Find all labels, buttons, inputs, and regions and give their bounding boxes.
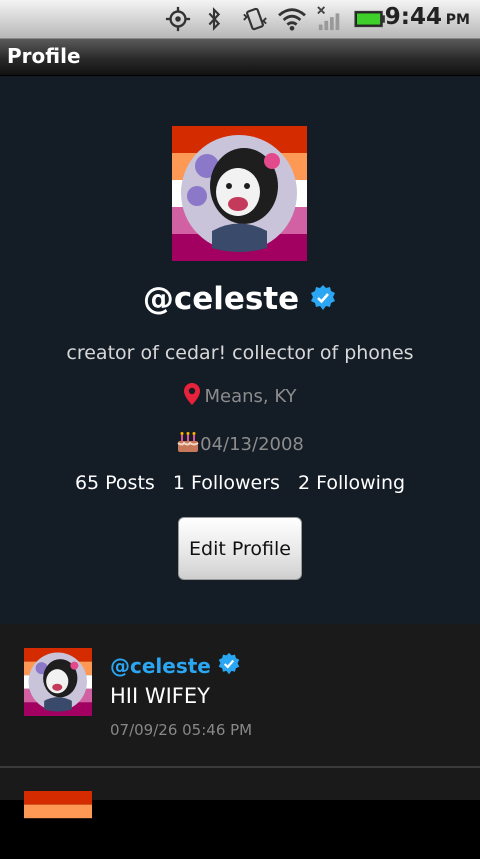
post-author-avatar[interactable] [24, 791, 92, 859]
followers-count[interactable]: 1 Followers [173, 472, 280, 494]
edit-profile-button[interactable]: Edit Profile [178, 517, 302, 580]
gps-icon [165, 6, 191, 32]
username-text: @celeste [142, 281, 300, 317]
location-text: Means, KY [204, 386, 297, 407]
posts-count[interactable]: 65 Posts [75, 472, 155, 494]
birthday-cake-icon [177, 432, 199, 452]
bluetooth-icon [208, 7, 221, 31]
profile-username: @celeste [0, 281, 480, 317]
following-count[interactable]: 2 Following [298, 472, 405, 494]
status-ampm: PM [445, 12, 470, 28]
verified-badge-icon [218, 652, 240, 675]
verified-badge-icon [311, 285, 336, 310]
post-item[interactable]: @celeste HII WIFEY 07/09/26 05:46 PM [0, 624, 480, 768]
post-item-partial[interactable] [0, 768, 480, 819]
vibrate-icon [243, 7, 267, 31]
title-bar: Profile [0, 39, 480, 76]
page-title: Profile [7, 44, 81, 68]
post-content: HII WIFEY [110, 684, 210, 708]
birthday-text: 04/13/2008 [200, 434, 304, 455]
location-pin-icon [184, 383, 201, 405]
profile-location: Means, KY [0, 382, 480, 407]
battery-icon [354, 10, 385, 28]
profile-header: @celeste creator of cedar! collector of … [0, 76, 480, 624]
profile-birthday: 04/13/2008 [0, 431, 480, 455]
post-timestamp: 07/09/26 05:46 PM [110, 721, 253, 739]
profile-bio: creator of cedar! collector of phones [66, 342, 414, 364]
profile-avatar[interactable] [172, 126, 307, 261]
post-author-avatar[interactable] [24, 648, 92, 716]
post-author-name[interactable]: @celeste [110, 654, 211, 678]
profile-stats: 65 Posts 1 Followers 2 Following [0, 472, 480, 494]
post-author[interactable]: @celeste [110, 652, 241, 678]
signal-icon [317, 6, 340, 31]
wifi-icon [278, 8, 306, 31]
status-time: 9:44 [384, 4, 442, 30]
status-bar: 9:44 PM [0, 0, 480, 39]
